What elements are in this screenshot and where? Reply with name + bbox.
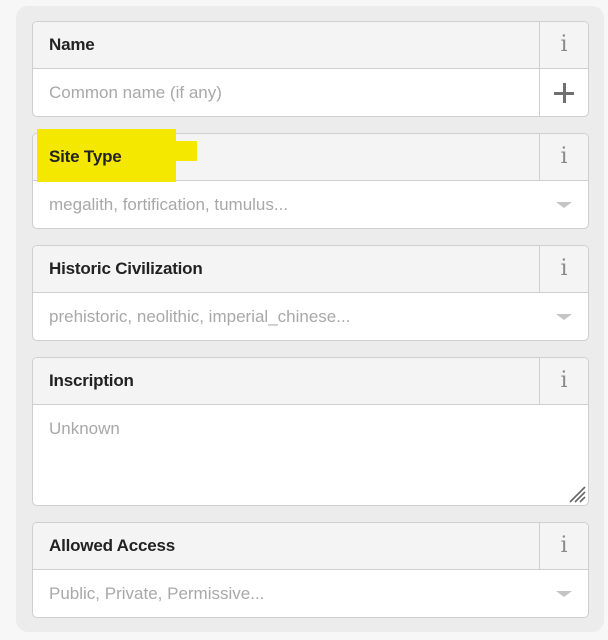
add-name-button[interactable] (539, 69, 588, 116)
info-icon: i (560, 256, 568, 281)
inscription-textarea[interactable] (33, 405, 588, 505)
info-icon: i (560, 32, 568, 57)
info-button-site-type[interactable]: i (539, 134, 588, 180)
field-body (33, 181, 588, 228)
info-icon: i (560, 368, 568, 393)
historic-civilization-combo-input[interactable] (33, 293, 540, 340)
field-header: Allowed Access i (33, 523, 588, 570)
field-historic-civilization: Historic Civilization i (32, 245, 589, 341)
chevron-down-icon (556, 590, 572, 597)
chevron-down-icon (556, 201, 572, 208)
field-name: Name i (32, 21, 589, 117)
info-button-inscription[interactable]: i (539, 358, 588, 404)
fields-panel: Name i Site Type i (16, 6, 604, 632)
plus-icon (554, 82, 574, 103)
info-icon: i (560, 533, 568, 558)
field-label-allowed-access: Allowed Access (49, 536, 176, 555)
site-type-combo-input[interactable] (33, 181, 540, 228)
historic-civilization-dropdown-button[interactable] (540, 293, 588, 340)
info-button-historic-civilization[interactable]: i (539, 246, 588, 292)
field-body (33, 69, 588, 116)
field-body (33, 405, 588, 505)
field-label-historic-civilization: Historic Civilization (49, 259, 203, 278)
field-label-site-type: Site Type (49, 147, 122, 166)
name-input[interactable] (33, 69, 539, 116)
field-body (33, 293, 588, 340)
info-icon: i (560, 144, 568, 169)
allowed-access-combo-input[interactable] (33, 570, 540, 617)
field-header: Name i (33, 22, 588, 69)
chevron-down-icon (556, 313, 572, 320)
resize-handle-icon[interactable] (566, 483, 586, 503)
field-header: Historic Civilization i (33, 246, 588, 293)
field-body (33, 570, 588, 617)
info-button-name[interactable]: i (539, 22, 588, 68)
field-allowed-access: Allowed Access i (32, 522, 589, 618)
field-label-name: Name (49, 35, 95, 54)
field-label-inscription: Inscription (49, 371, 134, 390)
info-button-allowed-access[interactable]: i (539, 523, 588, 569)
field-header: Inscription i (33, 358, 588, 405)
allowed-access-dropdown-button[interactable] (540, 570, 588, 617)
field-inscription: Inscription i (32, 357, 589, 506)
site-type-dropdown-button[interactable] (540, 181, 588, 228)
